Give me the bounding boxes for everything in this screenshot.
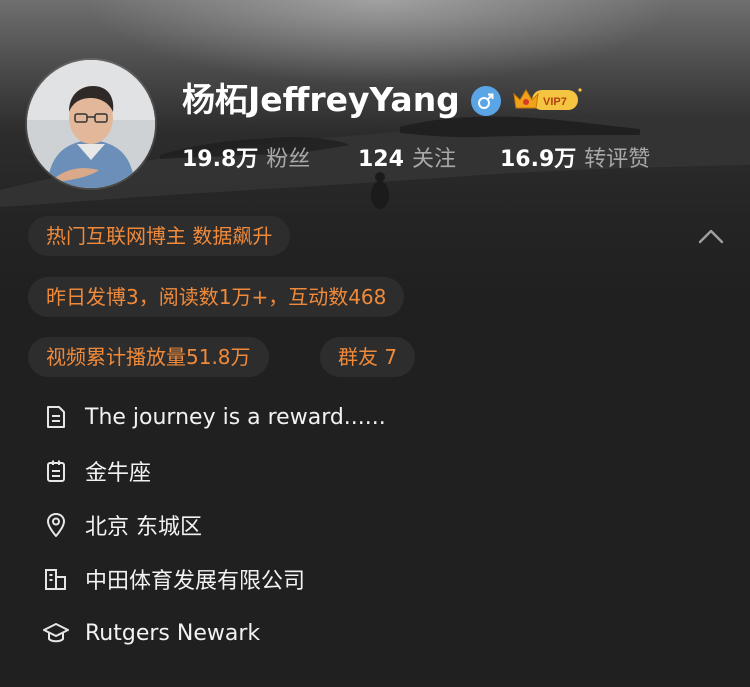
tag-hot-blogger[interactable]: 热门互联网博主 数据飙升 bbox=[28, 216, 291, 256]
vip-badge[interactable]: VIP7 bbox=[510, 84, 582, 120]
info-bio: The journey is a reward...... bbox=[43, 402, 386, 432]
company-text: 中田体育发展有限公司 bbox=[85, 569, 306, 594]
graduation-cap-icon bbox=[43, 620, 69, 646]
profile-name: 杨柘JeffreyYang bbox=[182, 80, 460, 119]
location-text: 北京 东城区 bbox=[85, 515, 202, 540]
tag-yesterday-stats[interactable]: 昨日发博3，阅读数1万+，互动数468 bbox=[28, 277, 405, 317]
tag-video-plays[interactable]: 视频累计播放量51.8万 bbox=[28, 337, 269, 377]
avatar-portrait bbox=[27, 60, 155, 188]
stat-reposts-comments-likes[interactable]: 16.9万 转评赞 bbox=[500, 143, 650, 178]
stat-following[interactable]: 124 关注 bbox=[358, 143, 456, 178]
stat-followers[interactable]: 19.8万 粉丝 bbox=[182, 143, 310, 178]
vip-label: VIP7 bbox=[543, 96, 567, 108]
avatar[interactable] bbox=[27, 60, 155, 188]
interactions-count: 16.9万 bbox=[500, 147, 577, 172]
info-company: 中田体育发展有限公司 bbox=[43, 564, 305, 594]
document-icon bbox=[43, 404, 69, 430]
followers-count: 19.8万 bbox=[182, 147, 259, 172]
bio-text: The journey is a reward...... bbox=[85, 404, 386, 430]
chevron-up-icon[interactable] bbox=[698, 226, 724, 246]
info-school: Rutgers Newark bbox=[43, 618, 260, 648]
following-count: 124 bbox=[358, 147, 404, 172]
male-icon bbox=[471, 86, 501, 116]
following-label: 关注 bbox=[411, 147, 456, 172]
tag-group-friends[interactable]: 群友 7 bbox=[320, 337, 416, 377]
clipboard-icon bbox=[43, 458, 69, 484]
zodiac-text: 金牛座 bbox=[85, 461, 152, 486]
location-pin-icon bbox=[43, 512, 69, 538]
school-text: Rutgers Newark bbox=[85, 620, 261, 646]
interactions-label: 转评赞 bbox=[584, 147, 651, 172]
followers-label: 粉丝 bbox=[266, 147, 311, 172]
building-icon bbox=[43, 566, 69, 592]
info-location: 北京 东城区 bbox=[43, 510, 202, 540]
info-zodiac: 金牛座 bbox=[43, 456, 151, 486]
